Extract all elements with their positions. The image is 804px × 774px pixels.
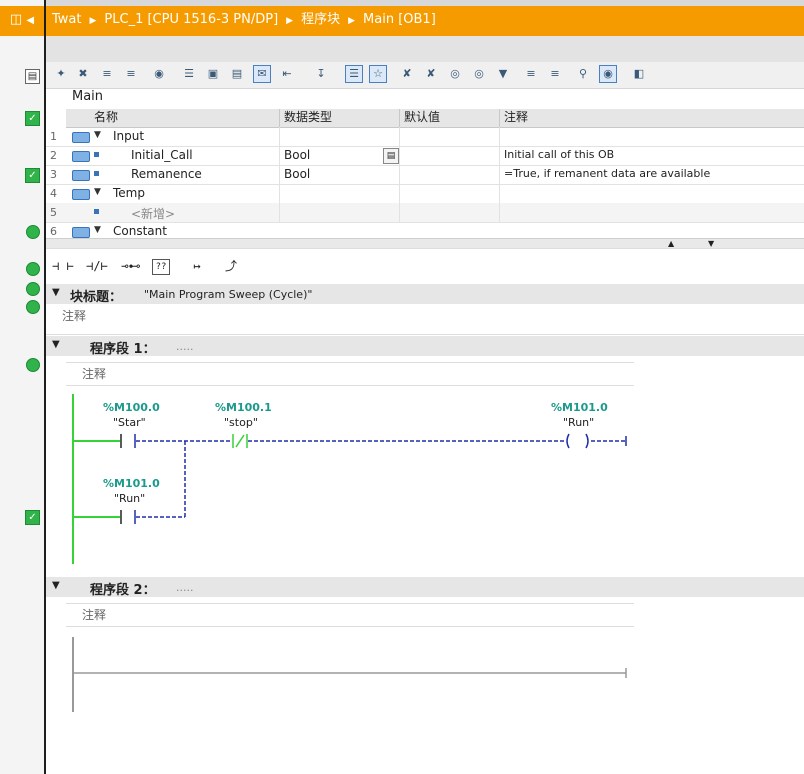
network-2-comment[interactable]: 注释 — [82, 606, 106, 623]
collapse-icon[interactable]: ▼ — [52, 580, 60, 591]
contact-run[interactable] — [120, 510, 136, 524]
network-2-comment-area[interactable]: 注释 — [66, 603, 634, 627]
network-2-title[interactable]: ..... — [176, 581, 193, 594]
contact-star[interactable] — [120, 434, 136, 448]
network-2-label: 程序段 2： — [90, 583, 156, 598]
network-1-ladder — [72, 394, 627, 712]
contact-stop[interactable] — [232, 434, 248, 448]
coil-run[interactable] — [566, 433, 589, 449]
network-2-header: ▼ 程序段 2： ..... — [46, 577, 804, 598]
